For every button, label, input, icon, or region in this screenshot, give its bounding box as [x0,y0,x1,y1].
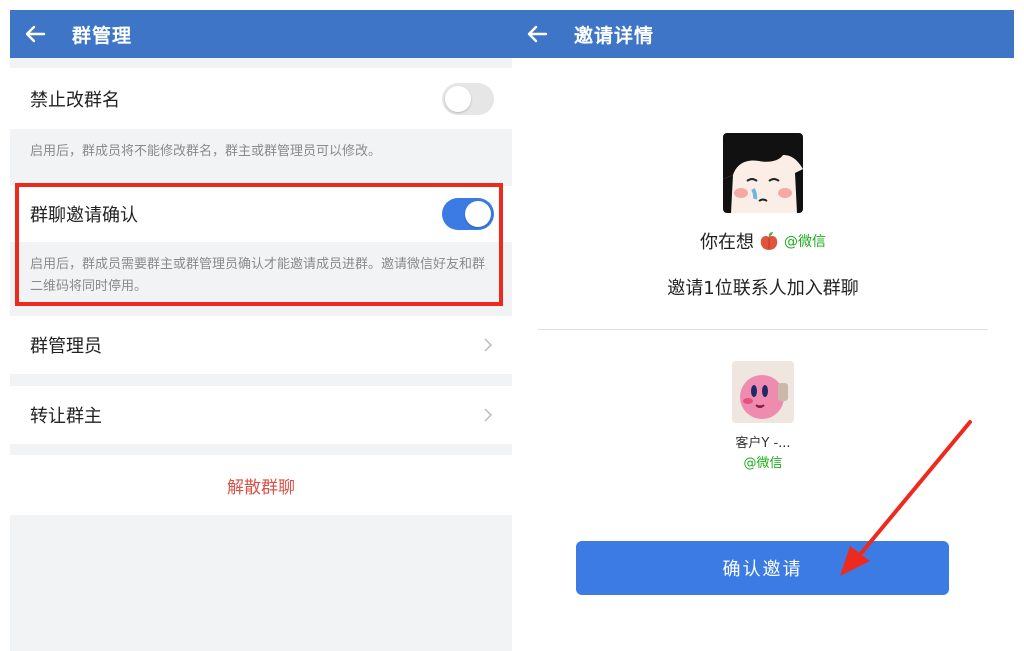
back-arrow-icon[interactable] [526,24,552,44]
invite-details-panel: 邀请详情 你在想 @微信 邀请1位联系人加入群聊 客户Y -... @微信 确认… [512,10,1014,651]
right-header: 邀请详情 [512,10,1014,58]
toggle-knob [445,85,471,112]
page-title: 邀请详情 [574,24,655,47]
inviter-name: 你在想 [700,232,754,253]
inviter-wechat-tag: @微信 [784,234,826,250]
left-header: 群管理 [10,10,512,58]
highlight-annotation-box [15,183,503,306]
inviter-avatar[interactable] [723,133,803,213]
chevron-right-icon [484,338,493,352]
forbid-rename-toggle[interactable] [442,82,494,115]
member-avatar[interactable] [732,361,794,423]
forbid-rename-label: 禁止改群名 [30,89,120,111]
forbid-rename-row: 禁止改群名 [10,68,512,129]
back-arrow-icon[interactable] [24,24,50,44]
confirm-invite-button[interactable]: 确认邀请 [576,541,949,595]
admins-row[interactable]: 群管理员 [10,316,512,374]
inviter-info: 你在想 @微信 [512,228,1014,254]
admins-label: 群管理员 [30,336,102,357]
invite-message: 邀请1位联系人加入群聊 [667,278,859,299]
forbid-rename-description: 启用后，群成员将不能修改群名，群主或群管理员可以修改。 [30,144,382,159]
member-wechat-tag: @微信 [743,456,783,471]
page-title: 群管理 [72,24,133,47]
chevron-right-icon [484,408,493,422]
peach-icon [760,232,778,250]
divider [538,329,988,330]
dissolve-group-button[interactable]: 解散群聊 [10,455,512,515]
group-management-panel: 群管理 禁止改群名 启用后，群成员将不能修改群名，群主或群管理员可以修改。 群聊… [10,10,512,651]
member-name: 客户Y -... [735,436,791,451]
transfer-owner-label: 转让群主 [30,406,102,427]
transfer-owner-row[interactable]: 转让群主 [10,386,512,444]
